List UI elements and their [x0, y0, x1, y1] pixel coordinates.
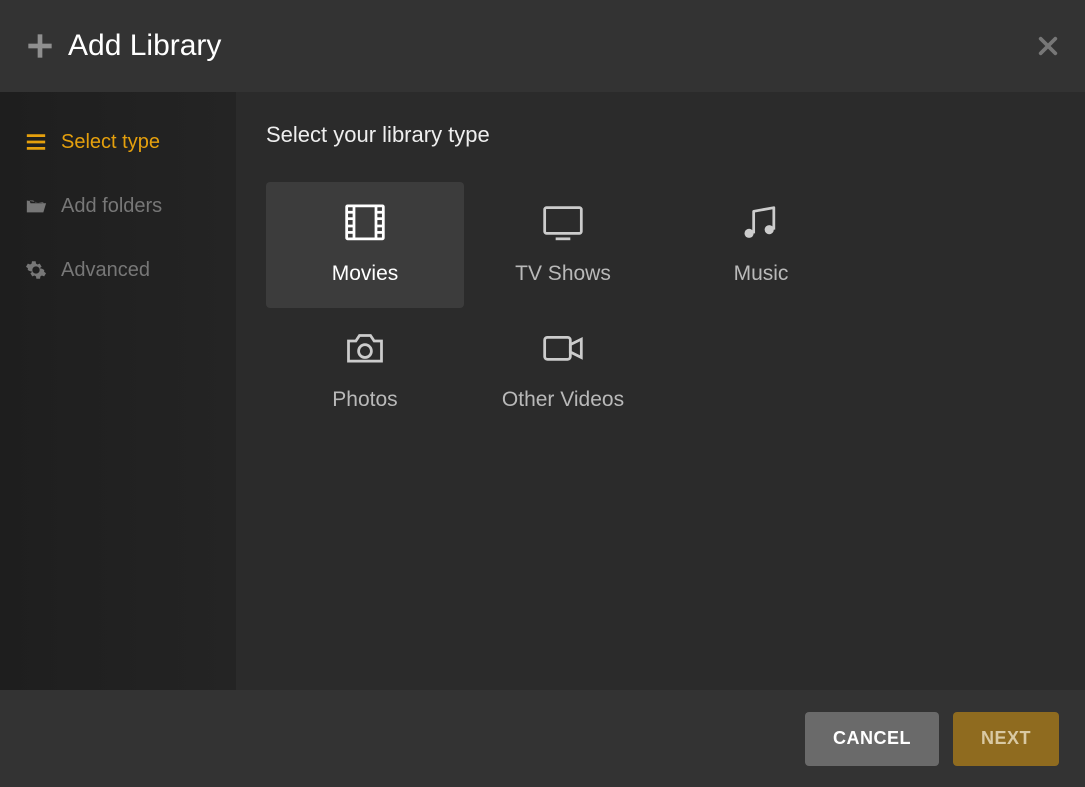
type-card-label: Movies	[332, 262, 399, 286]
sidebar: Select type Add folders Advanced	[0, 92, 236, 690]
gear-icon	[25, 259, 47, 281]
type-card-tv-shows[interactable]: TV Shows	[464, 182, 662, 308]
modal-footer: CANCEL NEXT	[0, 690, 1085, 787]
sidebar-item-label: Advanced	[61, 259, 150, 282]
library-type-grid: Movies TV Shows	[266, 182, 1055, 434]
modal-body: Select type Add folders Advanced Select …	[0, 92, 1085, 690]
tv-icon	[541, 204, 585, 240]
folder-open-icon	[25, 195, 47, 217]
type-card-movies[interactable]: Movies	[266, 182, 464, 308]
list-icon	[25, 131, 47, 153]
type-card-label: Other Videos	[502, 388, 624, 412]
film-icon	[343, 204, 387, 240]
cancel-button[interactable]: CANCEL	[805, 712, 939, 766]
sidebar-item-add-folders[interactable]: Add folders	[0, 174, 236, 238]
type-card-music[interactable]: Music	[662, 182, 860, 308]
camera-icon	[343, 330, 387, 366]
modal-title: Add Library	[68, 29, 221, 63]
close-button[interactable]	[1037, 35, 1059, 57]
type-card-label: Photos	[332, 388, 397, 412]
type-card-label: Music	[734, 262, 789, 286]
plus-icon	[26, 32, 54, 60]
main-title: Select your library type	[266, 122, 1055, 148]
video-camera-icon	[541, 330, 585, 366]
type-card-label: TV Shows	[515, 262, 611, 286]
sidebar-item-select-type[interactable]: Select type	[0, 110, 236, 174]
sidebar-item-label: Select type	[61, 131, 160, 154]
modal-header: Add Library	[0, 0, 1085, 92]
type-card-other-videos[interactable]: Other Videos	[464, 308, 662, 434]
next-button[interactable]: NEXT	[953, 712, 1059, 766]
music-icon	[739, 204, 783, 240]
add-library-modal: Add Library Select type Add folders	[0, 0, 1085, 787]
sidebar-item-label: Add folders	[61, 195, 162, 218]
main-panel: Select your library type Movies	[236, 92, 1085, 690]
type-card-photos[interactable]: Photos	[266, 308, 464, 434]
sidebar-item-advanced[interactable]: Advanced	[0, 238, 236, 302]
